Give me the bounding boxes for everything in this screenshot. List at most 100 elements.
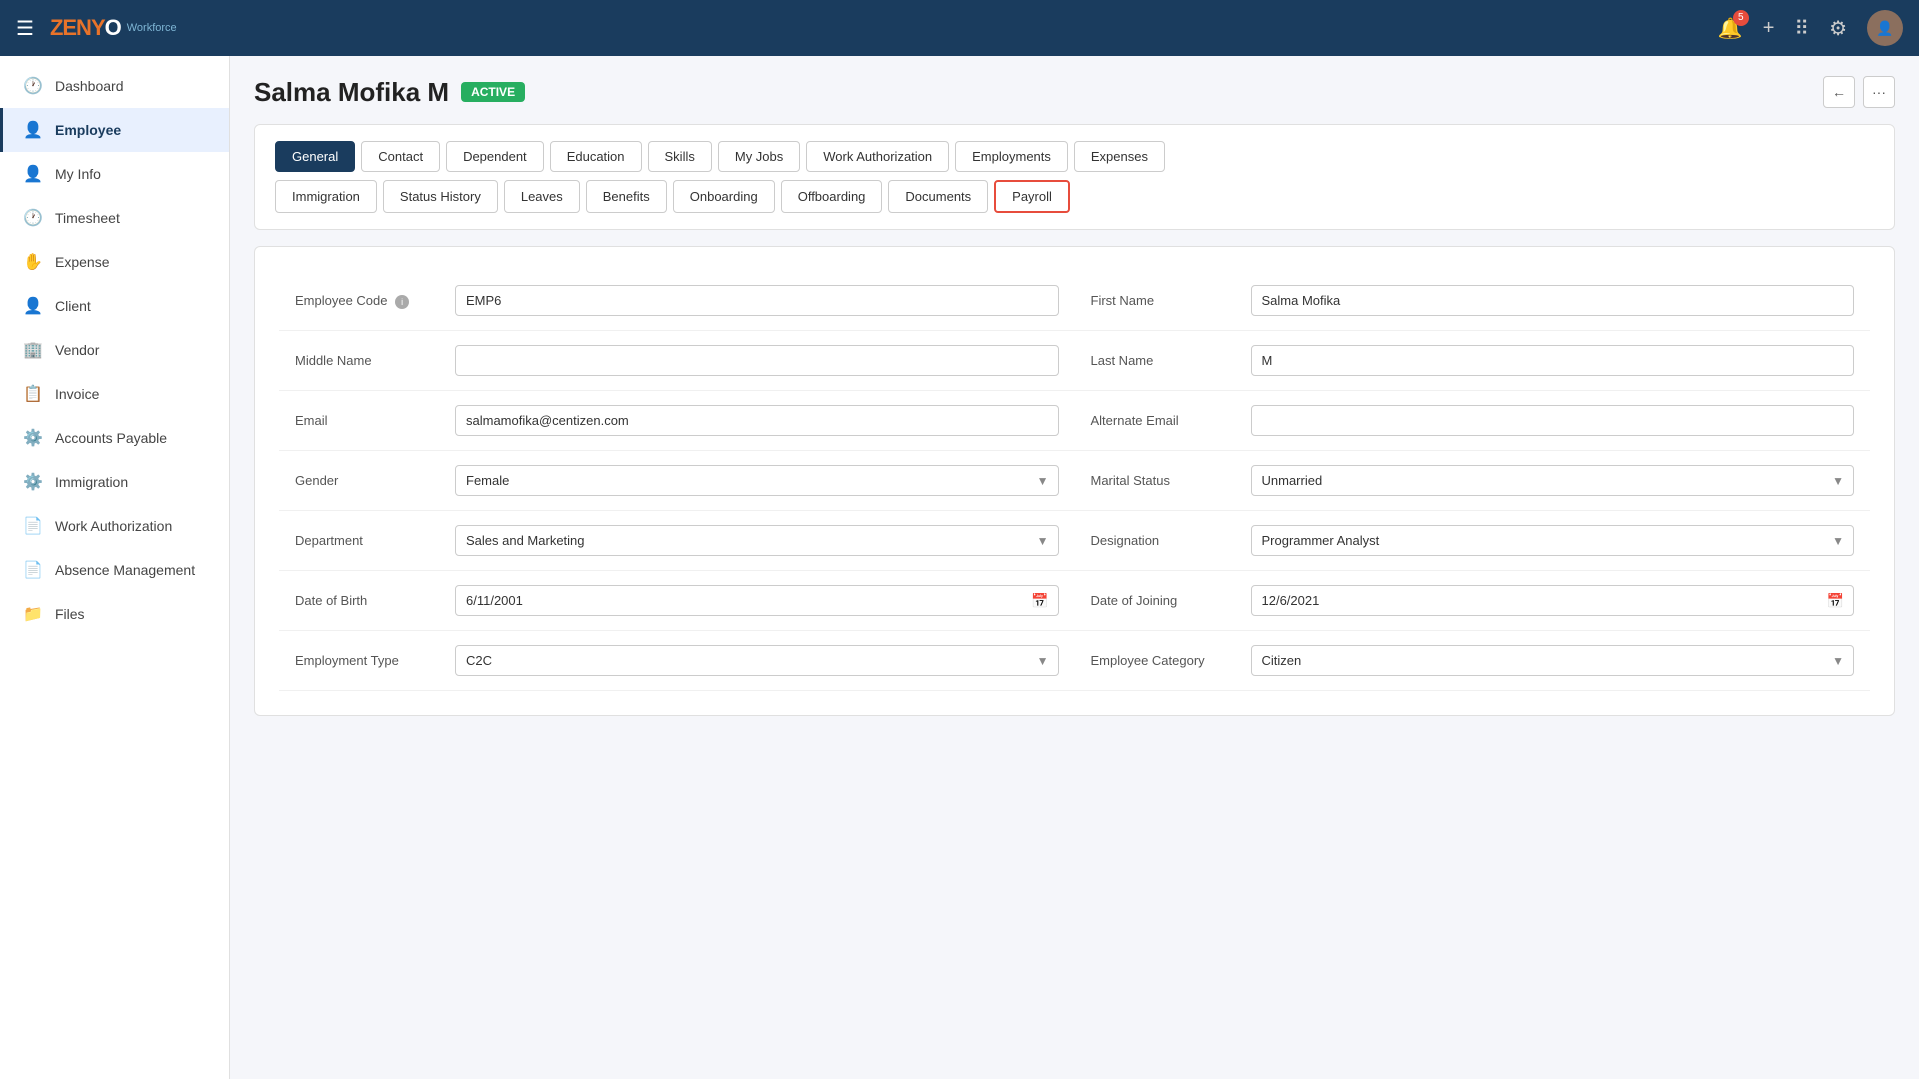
sidebar-item-myinfo[interactable]: 👤 My Info [0,152,229,196]
sidebar-item-work-authorization[interactable]: 📄 Work Authorization [0,504,229,548]
page-header: Salma Mofika M ACTIVE ← ··· [254,76,1895,108]
form-card: Employee Code i First Name Middle Name [254,246,1895,716]
notification-icon[interactable]: 🔔 5 [1718,16,1743,41]
employee-code-field: Employee Code i [279,271,1075,331]
tab-work-auth[interactable]: Work Authorization [806,141,949,172]
page-title-group: Salma Mofika M ACTIVE [254,77,525,108]
designation-field: Designation Programmer AnalystManagerDir… [1075,511,1871,571]
doj-input[interactable] [1251,585,1855,616]
nav-right: 🔔 5 + ⠿ ⚙ 👤 [1718,10,1903,46]
designation-select[interactable]: Programmer AnalystManagerDirector [1251,525,1855,556]
sidebar-label-immigration: Immigration [55,474,128,490]
nav-left: ☰ ZENYO Workforce [16,15,177,41]
sidebar-item-client[interactable]: 👤 Client [0,284,229,328]
sidebar-item-immigration[interactable]: ⚙️ Immigration [0,460,229,504]
marital-status-select[interactable]: UnmarriedMarriedDivorced [1251,465,1855,496]
middle-name-field: Middle Name [279,331,1075,391]
sidebar-label-work-authorization: Work Authorization [55,518,172,534]
middle-name-input[interactable] [455,345,1059,376]
first-name-input[interactable] [1251,285,1855,316]
employee-code-input-wrap [455,285,1059,316]
tab-contact[interactable]: Contact [361,141,440,172]
sidebar-label-absence-management: Absence Management [55,562,195,578]
sidebar-label-timesheet: Timesheet [55,210,120,226]
tabs-row-1: GeneralContactDependentEducationSkillsMy… [275,141,1874,172]
employee-category-select[interactable]: CitizenGreen CardH1B [1251,645,1855,676]
sidebar-item-vendor[interactable]: 🏢 Vendor [0,328,229,372]
myinfo-icon: 👤 [23,164,43,184]
last-name-label: Last Name [1091,345,1251,368]
tabs-card: GeneralContactDependentEducationSkillsMy… [254,124,1895,230]
first-name-field: First Name [1075,271,1871,331]
tab-offboarding[interactable]: Offboarding [781,180,883,213]
email-input[interactable] [455,405,1059,436]
status-badge: ACTIVE [461,82,525,102]
add-icon[interactable]: + [1763,17,1775,40]
immigration-icon: ⚙️ [23,472,43,492]
gender-select[interactable]: FemaleMaleOther [455,465,1059,496]
sidebar-item-files[interactable]: 📁 Files [0,592,229,636]
tab-benefits[interactable]: Benefits [586,180,667,213]
more-options-button[interactable]: ··· [1863,76,1895,108]
tab-education[interactable]: Education [550,141,642,172]
tab-skills[interactable]: Skills [648,141,712,172]
alternate-email-input[interactable] [1251,405,1855,436]
dob-input-wrap: 📅 [455,585,1059,616]
page-title: Salma Mofika M [254,77,449,108]
tab-expenses[interactable]: Expenses [1074,141,1165,172]
tabs-row-2: ImmigrationStatus HistoryLeavesBenefitsO… [275,180,1874,213]
alternate-email-field: Alternate Email [1075,391,1871,451]
sidebar-label-invoice: Invoice [55,386,99,402]
designation-select-wrap: Programmer AnalystManagerDirector ▼ [1251,525,1855,556]
sidebar-item-absence-management[interactable]: 📄 Absence Management [0,548,229,592]
tab-my-jobs[interactable]: My Jobs [718,141,800,172]
client-icon: 👤 [23,296,43,316]
tab-employments[interactable]: Employments [955,141,1068,172]
doj-input-wrap: 📅 [1251,585,1855,616]
logo-sub: Workforce [127,23,177,34]
employee-category-select-wrap: CitizenGreen CardH1B ▼ [1251,645,1855,676]
sidebar-label-files: Files [55,606,85,622]
work-auth-icon: 📄 [23,516,43,536]
tab-dependent[interactable]: Dependent [446,141,544,172]
sidebar-item-expense[interactable]: ✋ Expense [0,240,229,284]
tab-leaves[interactable]: Leaves [504,180,580,213]
tab-general[interactable]: General [275,141,355,172]
tab-onboarding[interactable]: Onboarding [673,180,775,213]
files-icon: 📁 [23,604,43,624]
employee-icon: 👤 [23,120,43,140]
sidebar-item-accounts-payable[interactable]: ⚙️ Accounts Payable [0,416,229,460]
tab-status-history[interactable]: Status History [383,180,498,213]
last-name-input[interactable] [1251,345,1855,376]
sidebar-item-invoice[interactable]: 📋 Invoice [0,372,229,416]
user-avatar[interactable]: 👤 [1867,10,1903,46]
settings-icon[interactable]: ⚙ [1829,16,1847,41]
employee-category-label: Employee Category [1091,645,1251,668]
hamburger-menu[interactable]: ☰ [16,16,34,41]
employee-code-info-icon[interactable]: i [395,295,409,309]
sidebar-label-accounts-payable: Accounts Payable [55,430,167,446]
sidebar-item-dashboard[interactable]: 🕐 Dashboard [0,64,229,108]
dob-field: Date of Birth 📅 [279,571,1075,631]
email-input-wrap [455,405,1059,436]
tab-documents[interactable]: Documents [888,180,988,213]
sidebar-label-dashboard: Dashboard [55,78,124,94]
tab-immigration[interactable]: Immigration [275,180,377,213]
last-name-field: Last Name [1075,331,1871,391]
tab-payroll[interactable]: Payroll [994,180,1070,213]
dob-input[interactable] [455,585,1059,616]
apps-icon[interactable]: ⠿ [1794,16,1809,41]
sidebar-item-timesheet[interactable]: 🕐 Timesheet [0,196,229,240]
vendor-icon: 🏢 [23,340,43,360]
gender-label: Gender [295,465,455,488]
employment-type-select[interactable]: C2CW21099 [455,645,1059,676]
gender-field: Gender FemaleMaleOther ▼ [279,451,1075,511]
employment-type-select-wrap: C2CW21099 ▼ [455,645,1059,676]
sidebar-label-employee: Employee [55,122,121,138]
sidebar-item-employee[interactable]: 👤 Employee [0,108,229,152]
alternate-email-input-wrap [1251,405,1855,436]
alternate-email-label: Alternate Email [1091,405,1251,428]
department-select[interactable]: Sales and MarketingEngineeringHR [455,525,1059,556]
employee-code-input[interactable] [455,285,1059,316]
back-button[interactable]: ← [1823,76,1855,108]
